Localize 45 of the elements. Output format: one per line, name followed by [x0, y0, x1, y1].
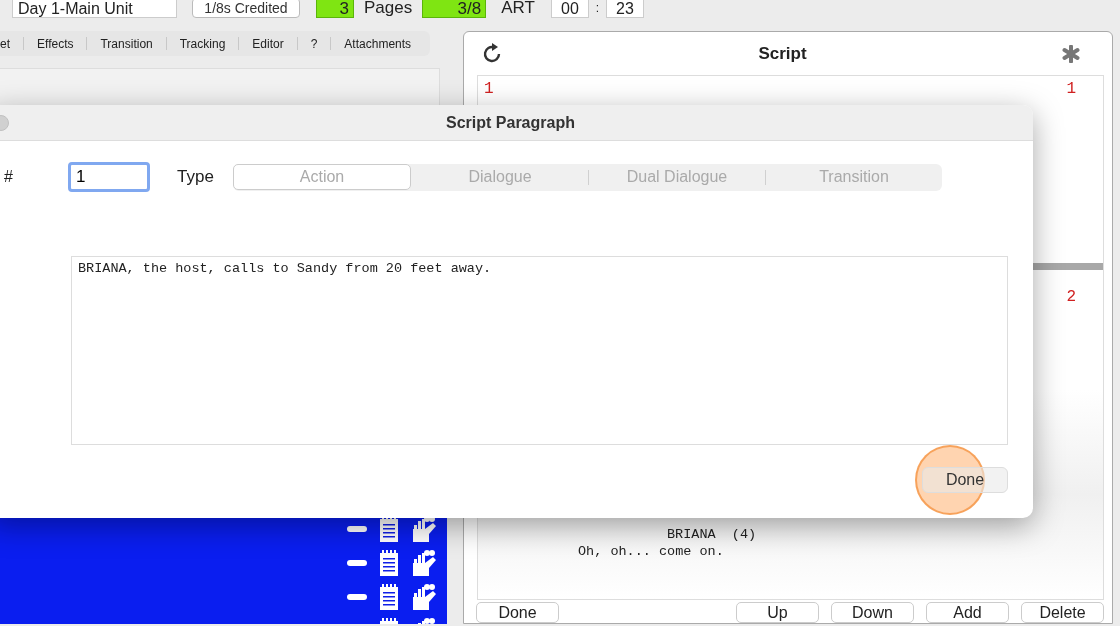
unit-field[interactable]: Day 1-Main Unit — [12, 0, 177, 18]
number-label: # — [4, 168, 14, 186]
scene-count: 3 — [316, 0, 354, 18]
hand-ribbon-icon[interactable] — [411, 516, 437, 543]
panel-button[interactable]: Down — [831, 602, 914, 623]
panel-title: Script — [758, 44, 807, 64]
notepad-icon[interactable] — [379, 516, 399, 542]
page-number: 1 — [484, 80, 494, 98]
tab[interactable]: Editor — [239, 33, 297, 54]
number-field[interactable]: 1 — [68, 162, 150, 192]
paragraph-text-field[interactable]: BRIANA, the host, calls to Sandy from 20 feet away. — [71, 256, 1008, 445]
panel-button[interactable]: Up — [736, 602, 819, 623]
notepad-icon[interactable] — [379, 584, 399, 610]
dialogue-line: Oh, oh... come on. — [578, 543, 725, 560]
minutes-field[interactable]: 00 — [550, 0, 589, 18]
character-name: BRIANA (4) — [666, 526, 758, 543]
done-button[interactable]: Done — [922, 467, 1008, 493]
set-code: ART — [501, 0, 535, 18]
tab[interactable]: Tracking — [166, 33, 239, 54]
minus-icon[interactable] — [347, 594, 367, 600]
panel-button[interactable]: Add — [926, 602, 1009, 623]
hand-ribbon-icon[interactable] — [411, 583, 437, 611]
dialog-title: Script Paragraph — [446, 113, 575, 132]
time-separator: : — [594, 0, 601, 17]
refresh-icon[interactable] — [481, 43, 503, 65]
pages-label: Pages — [364, 0, 413, 18]
paragraph-text: BRIANA, the host, calls to Sandy from 20 feet away. — [78, 261, 492, 276]
tab[interactable]: Attachments — [331, 33, 425, 54]
notepad-icon[interactable] — [379, 550, 399, 576]
panel-button[interactable]: Delete — [1021, 602, 1104, 623]
page-number: 2 — [1066, 288, 1076, 306]
credited-button[interactable]: 1/8s Credited — [192, 0, 300, 18]
hand-ribbon-icon[interactable] — [411, 549, 437, 577]
asterisk-icon[interactable] — [1062, 45, 1080, 63]
type-label: Type — [177, 167, 215, 187]
pages-count: 3/8 — [422, 0, 487, 18]
minus-icon[interactable] — [347, 560, 367, 566]
page-number: 1 — [1066, 80, 1076, 98]
panel-button[interactable]: Done — [476, 602, 559, 623]
seconds-field[interactable]: 23 — [605, 0, 644, 18]
minus-icon[interactable] — [347, 526, 367, 532]
tab[interactable]: ? — [297, 33, 331, 54]
tab[interactable]: et — [0, 33, 23, 54]
tab[interactable]: Transition — [87, 33, 166, 54]
tab[interactable]: Effects — [24, 33, 87, 54]
